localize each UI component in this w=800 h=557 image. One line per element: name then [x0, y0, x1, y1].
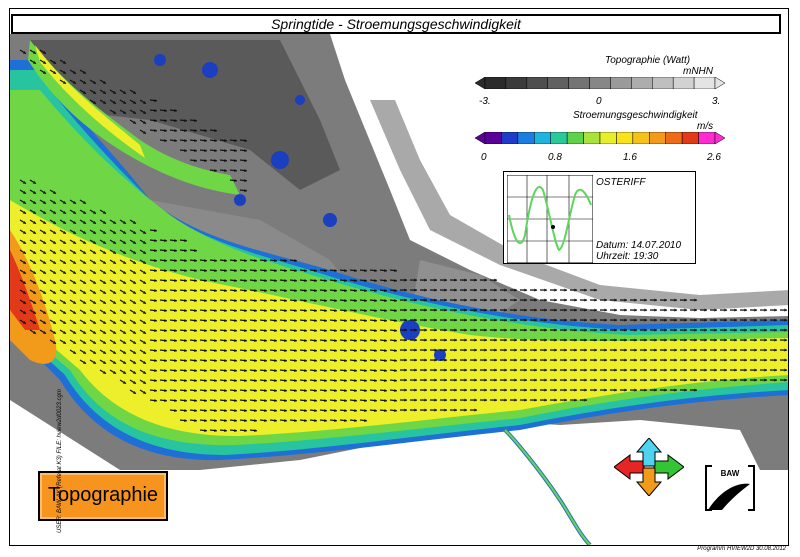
speed-legend-title: Stroemungsgeschwindigkeit	[573, 110, 698, 121]
pan-arrows[interactable]	[614, 438, 684, 496]
pan-right-icon[interactable]	[653, 454, 684, 480]
footer-text: Programm HVIEW2D 30.08.2012	[697, 546, 786, 552]
topo-tick-max: 3.	[712, 96, 721, 107]
svg-text:BAW: BAW	[721, 469, 740, 478]
topo-legend-unit: mNHN	[683, 66, 713, 77]
inset-date: Datum: 14.07.2010	[596, 240, 682, 251]
speed-legend-unit: m/s	[697, 121, 714, 132]
topo-colorbar	[475, 77, 725, 89]
speed-colorbar	[475, 132, 725, 144]
pan-left-icon[interactable]	[614, 454, 645, 480]
topo-tick-min: -3.	[479, 96, 491, 107]
inset-time: Uhrzeit: 19:30	[596, 251, 659, 262]
tide-curve	[507, 175, 593, 263]
topo-tick-mid: 0	[596, 96, 602, 107]
topo-legend-title: Topographie (Watt)	[605, 55, 691, 66]
side-info-text: USER: BAW-AK (Referat K3) FILE: hview2d0…	[57, 389, 63, 533]
speed-tick-1: 0.8	[548, 152, 562, 163]
map-title: Springtide - Stroemungsgeschwindigkeit	[11, 14, 781, 34]
speed-tick-2: 1.6	[623, 152, 637, 163]
tide-inset: OSTERIFF Datum: 14.07.2010 Uhrzeit: 19:3…	[503, 171, 696, 264]
speed-tick-3: 2.6	[707, 152, 721, 163]
speed-tick-0: 0	[481, 152, 487, 163]
baw-logo: BAW	[705, 465, 755, 511]
station-name: OSTERIFF	[596, 177, 646, 188]
